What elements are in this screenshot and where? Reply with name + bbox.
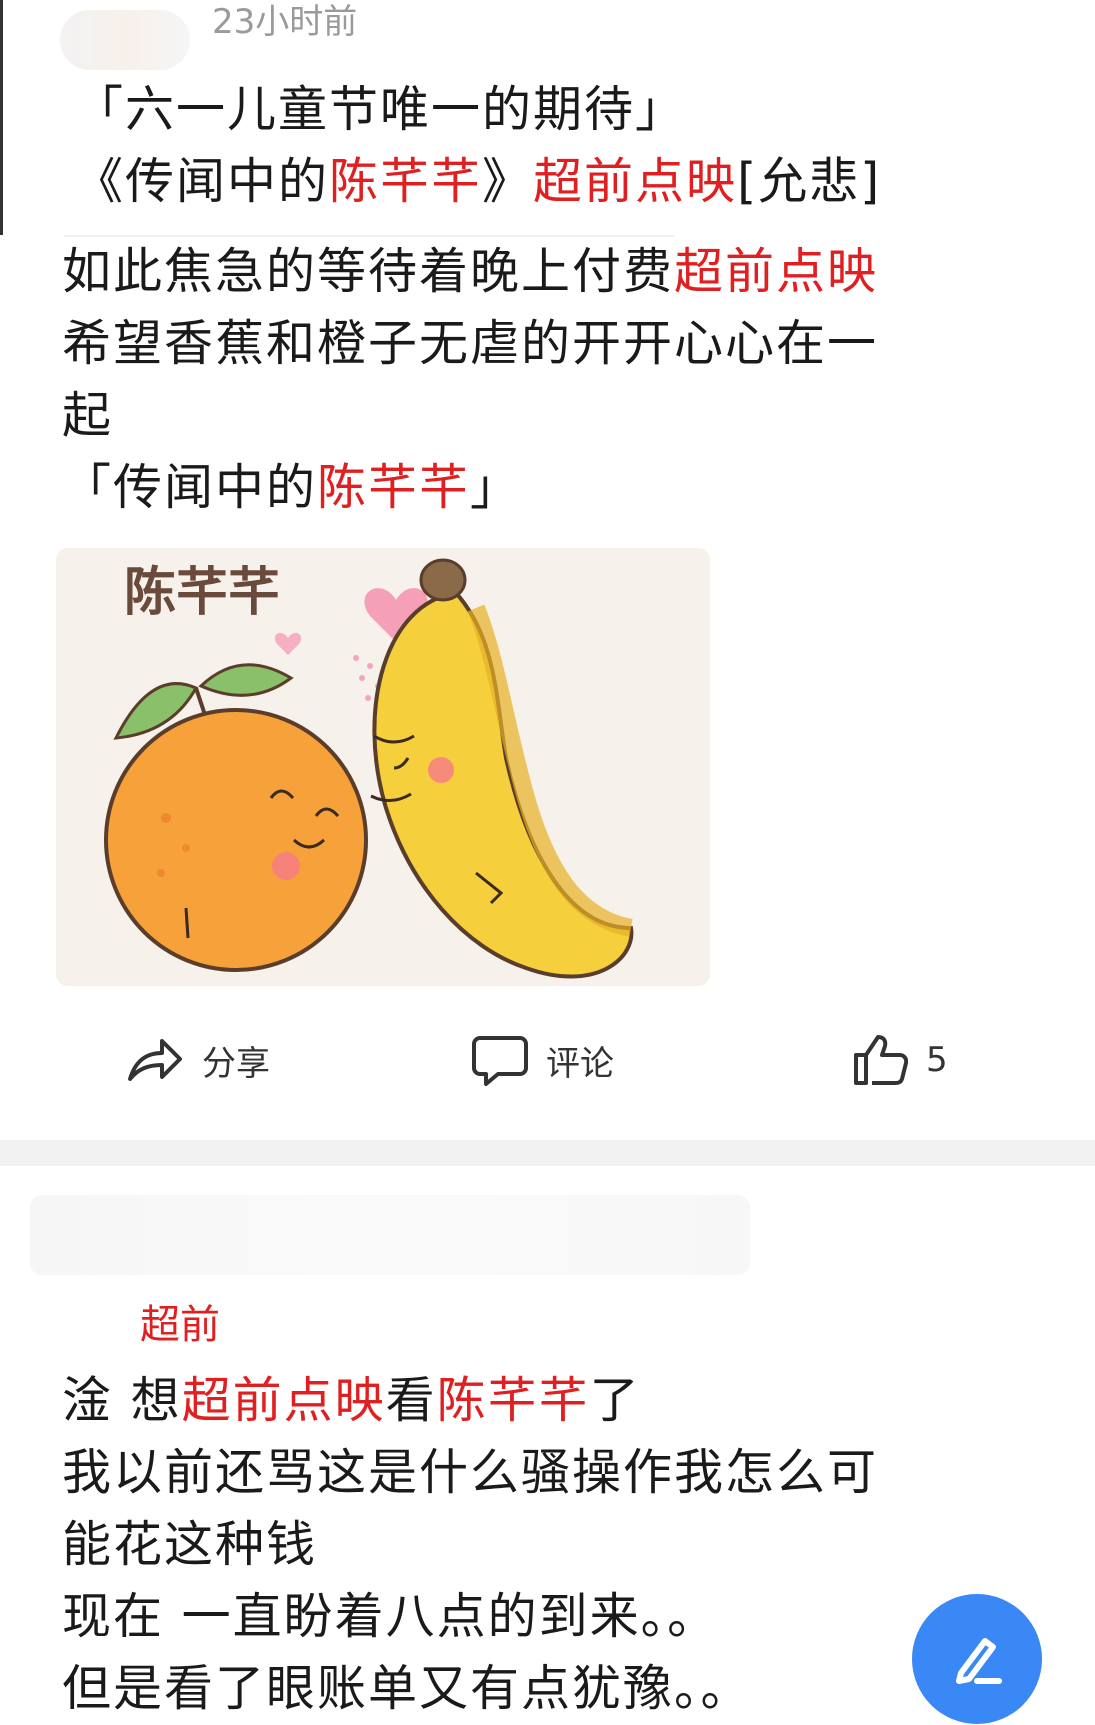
post-divider bbox=[0, 1140, 1095, 1166]
body-line: 如此焦急的等待着晚上付费超前点映 bbox=[62, 236, 1022, 308]
topic-fragment: 超前 bbox=[140, 1302, 220, 1348]
orange-character bbox=[104, 708, 368, 972]
left-edge-line bbox=[0, 0, 3, 235]
title-topic-link[interactable]: 陈芊芊 bbox=[329, 153, 482, 210]
body-text: 淦 想 bbox=[62, 1372, 182, 1429]
body-line: 能花这种钱 bbox=[62, 1516, 318, 1573]
like-count: 5 bbox=[926, 1040, 948, 1080]
body-text: 」 bbox=[470, 459, 522, 516]
comment-button[interactable]: 评论 bbox=[472, 1030, 614, 1090]
emoji-text: [允悲] bbox=[737, 153, 882, 210]
body-line: 淦 想超前点映看陈芊芊了 bbox=[62, 1365, 1042, 1437]
body-line: 希望香蕉和橙子无虐的开开心心在一 bbox=[62, 315, 879, 372]
title-text: 》 bbox=[482, 153, 534, 210]
body-text: 如此焦急的等待着晚上付费 bbox=[62, 243, 675, 300]
topic-link[interactable]: 超前点映 bbox=[674, 243, 878, 300]
body-text: 看 bbox=[385, 1372, 437, 1429]
share-arrow-icon bbox=[128, 1039, 182, 1081]
post-timestamp: 23小时前 bbox=[212, 2, 358, 42]
comment-label: 评论 bbox=[546, 1043, 614, 1084]
comment-bubble-icon bbox=[472, 1036, 528, 1086]
body-line: 现在 一直盼着八点的到来。。 bbox=[62, 1588, 719, 1645]
body-line: 起 bbox=[62, 387, 114, 444]
post-body: 如此焦急的等待着晚上付费超前点映 希望香蕉和橙子无虐的开开心心在一 起 「传闻中… bbox=[62, 236, 1022, 524]
topic-link[interactable]: 超前点映 bbox=[182, 1372, 386, 1429]
title-topic-link[interactable]: 超前点映 bbox=[533, 153, 737, 210]
orange-and-banana-illustration: 陈芊芊 bbox=[56, 548, 710, 986]
body-text: 了 bbox=[589, 1372, 641, 1429]
body-line: 我以前还骂这是什么骚操作我怎么可 bbox=[62, 1444, 879, 1501]
image-title-text: 陈芊芊 bbox=[124, 562, 280, 623]
avatar-blurred[interactable] bbox=[60, 10, 190, 70]
title-text: 《传闻中的 bbox=[74, 153, 330, 210]
like-button[interactable]: 5 bbox=[852, 1030, 948, 1090]
share-label: 分享 bbox=[202, 1043, 270, 1084]
thumbs-up-icon bbox=[854, 1035, 908, 1085]
post2-header-blurred[interactable] bbox=[30, 1195, 750, 1275]
post-image[interactable]: 陈芊芊 bbox=[56, 548, 710, 986]
topic-link[interactable]: 陈芊芊 bbox=[317, 459, 470, 516]
post-title-line1: 「六一儿童节唯一的期待」 bbox=[74, 81, 687, 138]
compose-fab-button[interactable] bbox=[912, 1594, 1042, 1724]
body-line: 「传闻中的陈芊芊」 bbox=[62, 452, 1022, 524]
post2-body: 淦 想超前点映看陈芊芊了 我以前还骂这是什么骚操作我怎么可 能花这种钱 现在 一… bbox=[62, 1365, 1042, 1725]
share-button[interactable]: 分享 bbox=[126, 1030, 270, 1090]
pen-icon bbox=[956, 1638, 1002, 1684]
post-title-line2: 《传闻中的陈芊芊》超前点映[允悲] bbox=[74, 146, 881, 218]
body-text: 「传闻中的 bbox=[62, 459, 318, 516]
topic-link[interactable]: 陈芊芊 bbox=[437, 1372, 590, 1429]
body-line: 但是看了眼账单又有点犹豫。。 bbox=[62, 1660, 752, 1717]
